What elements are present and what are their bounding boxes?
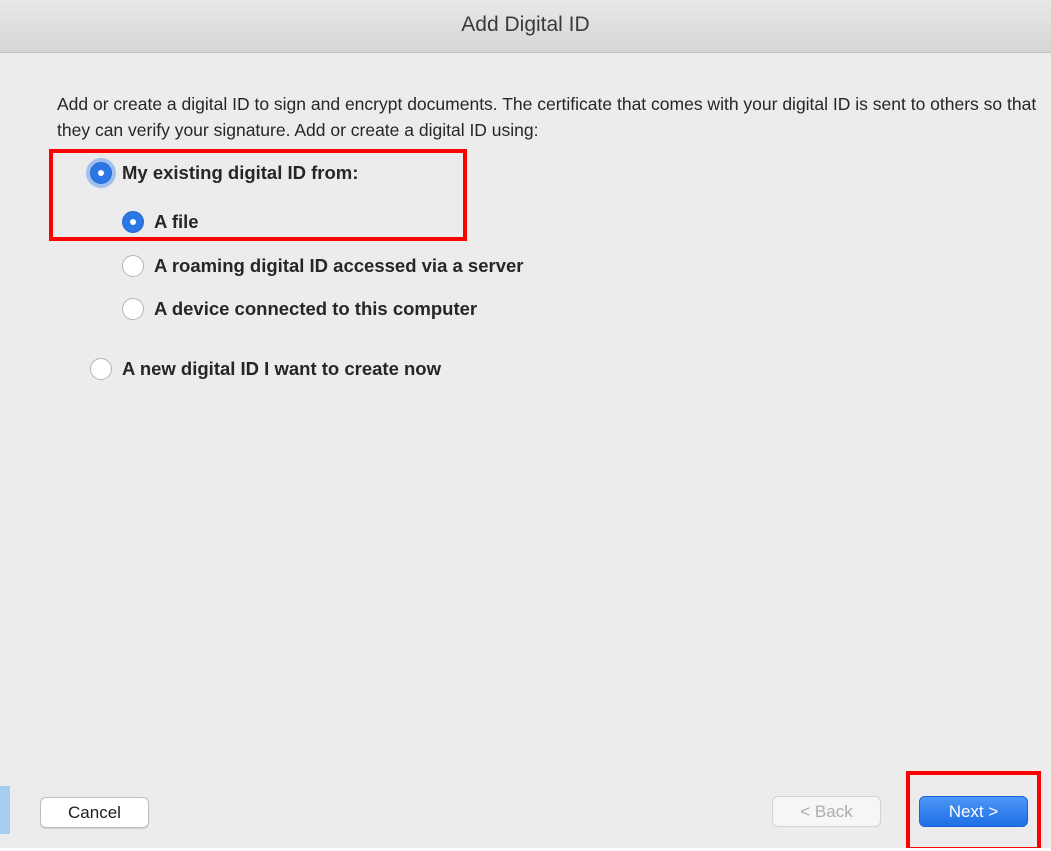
radio-device-label: A device connected to this computer (154, 298, 478, 319)
side-accent-strip (0, 786, 10, 834)
window-title: Add Digital ID (461, 13, 590, 36)
highlight-box-existing-id (49, 149, 467, 241)
cancel-button[interactable]: Cancel (40, 797, 149, 828)
radio-unchecked-icon (122, 298, 144, 320)
radio-device-connected[interactable]: A device connected to this computer (122, 298, 477, 320)
back-button[interactable]: < Back (772, 796, 881, 827)
instructions-text: Add or create a digital ID to sign and e… (57, 94, 1037, 140)
radio-roaming-label: A roaming digital ID accessed via a serv… (154, 255, 524, 276)
radio-unchecked-icon (122, 255, 144, 277)
radio-roaming-digital-id[interactable]: A roaming digital ID accessed via a serv… (122, 255, 524, 277)
radio-unchecked-icon (90, 358, 112, 380)
title-bar[interactable]: Add Digital ID (0, 0, 1051, 53)
radio-new-id-label: A new digital ID I want to create now (122, 358, 441, 379)
highlight-box-next (906, 771, 1041, 851)
add-digital-id-dialog: Add Digital ID Add or create a digital I… (0, 0, 1051, 851)
radio-new-digital-id[interactable]: A new digital ID I want to create now (90, 358, 441, 380)
